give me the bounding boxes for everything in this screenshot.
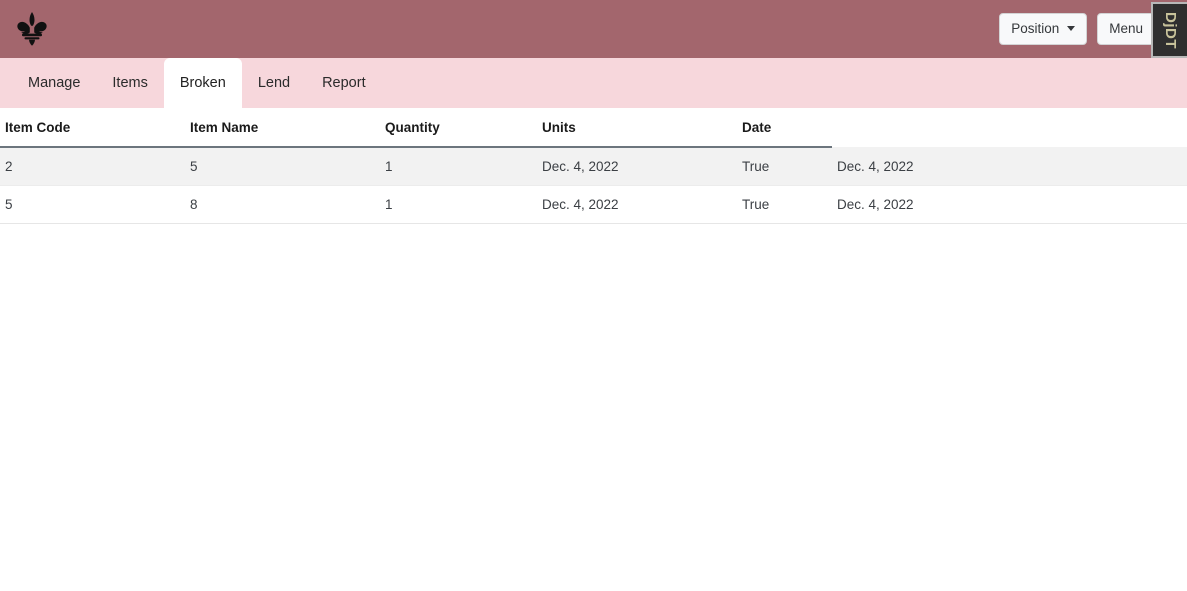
cell-units: Dec. 4, 2022 <box>537 147 737 186</box>
tab-manage[interactable]: Manage <box>12 58 96 108</box>
cell-extra: Dec. 4, 2022 <box>832 147 1187 186</box>
menu-dropdown-label: Menu <box>1109 20 1143 36</box>
position-dropdown-label: Position <box>1011 20 1060 36</box>
cell-item-name: 5 <box>185 147 380 186</box>
main-content-area: Item Code Item Name Quantity Units Date … <box>0 108 1187 428</box>
broken-items-table-wrapper: Item Code Item Name Quantity Units Date … <box>0 108 1187 224</box>
table-body: 2 5 1 Dec. 4, 2022 True Dec. 4, 2022 5 8… <box>0 147 1187 224</box>
brand-logo-link[interactable] <box>12 7 52 51</box>
broken-items-table: Item Code Item Name Quantity Units Date … <box>0 108 1187 224</box>
column-header-quantity[interactable]: Quantity <box>380 108 537 148</box>
djdt-handle-label: DjDT <box>1161 11 1179 49</box>
cell-quantity: 1 <box>380 147 537 186</box>
column-header-blank <box>832 108 1187 147</box>
column-header-item-code[interactable]: Item Code <box>0 108 185 148</box>
cell-date: True <box>737 147 832 186</box>
table-row[interactable]: 2 5 1 Dec. 4, 2022 True Dec. 4, 2022 <box>0 147 1187 186</box>
main-navigation-tabs: Manage Items Broken Lend Report <box>0 58 1187 108</box>
column-header-units[interactable]: Units <box>537 108 737 148</box>
tab-lend-label: Lend <box>257 75 291 91</box>
table-header-row: Item Code Item Name Quantity Units Date <box>0 108 1187 148</box>
cell-item-name: 8 <box>185 185 380 224</box>
column-header-item-name[interactable]: Item Name <box>185 108 380 148</box>
table-row[interactable]: 5 8 1 Dec. 4, 2022 True Dec. 4, 2022 <box>0 185 1187 224</box>
tab-items[interactable]: Items <box>96 58 163 108</box>
cell-item-code: 5 <box>0 185 185 224</box>
tab-broken[interactable]: Broken <box>163 58 242 108</box>
cell-units: Dec. 4, 2022 <box>537 185 737 224</box>
cell-quantity: 1 <box>380 185 537 224</box>
tab-manage-label: Manage <box>28 75 81 91</box>
fleur-de-lis-icon <box>16 11 48 47</box>
tab-report[interactable]: Report <box>306 58 382 108</box>
position-dropdown-button[interactable]: Position <box>999 12 1088 46</box>
cell-extra: Dec. 4, 2022 <box>832 185 1187 224</box>
cell-date: True <box>737 185 832 224</box>
tab-report-label: Report <box>322 75 366 91</box>
caret-down-icon <box>1067 26 1076 31</box>
tab-items-label: Items <box>112 75 148 91</box>
tab-lend[interactable]: Lend <box>242 58 306 108</box>
table-header: Item Code Item Name Quantity Units Date <box>0 108 1187 148</box>
django-debug-toolbar-handle[interactable]: DjDT <box>1151 2 1187 58</box>
cell-item-code: 2 <box>0 147 185 186</box>
top-header-bar: Position Menu DjDT <box>0 0 1187 58</box>
tab-broken-label: Broken <box>179 75 226 91</box>
column-header-date[interactable]: Date <box>737 108 832 148</box>
